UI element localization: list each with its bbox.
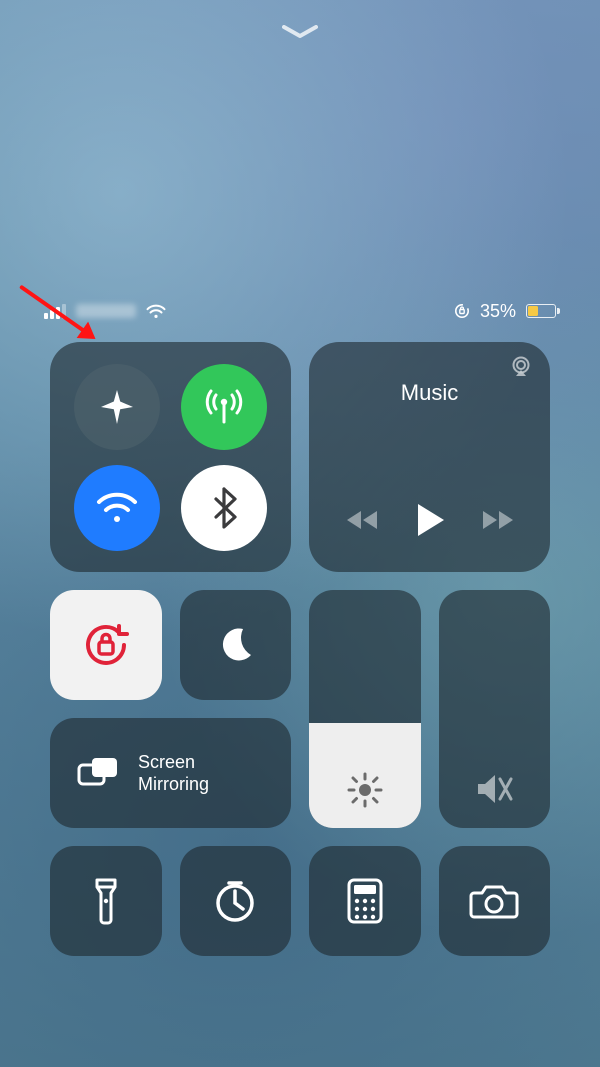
timer-icon <box>212 878 258 924</box>
battery-percent-label: 35% <box>480 301 516 322</box>
airplane-icon <box>96 386 138 428</box>
carrier-label <box>76 304 136 318</box>
do-not-disturb-toggle[interactable] <box>180 590 292 700</box>
brightness-icon <box>347 772 383 808</box>
timer-button[interactable] <box>180 846 292 956</box>
orientation-lock-icon <box>78 617 134 673</box>
screen-mirroring-icon <box>76 755 120 791</box>
orientation-lock-status-icon <box>454 303 470 319</box>
cellular-antenna-icon <box>201 384 247 430</box>
battery-icon <box>526 304 556 318</box>
moon-icon <box>213 623 257 667</box>
flashlight-icon <box>93 876 119 926</box>
wifi-icon <box>146 304 166 319</box>
play-button[interactable] <box>414 502 446 538</box>
fast-forward-button[interactable] <box>481 508 515 532</box>
cellular-data-toggle[interactable] <box>181 364 267 450</box>
bluetooth-toggle[interactable] <box>181 465 267 551</box>
brightness-slider[interactable] <box>309 590 421 828</box>
rewind-button[interactable] <box>345 508 379 532</box>
camera-icon <box>468 881 520 921</box>
volume-mute-icon <box>474 770 514 808</box>
screen-mirroring-button[interactable]: Screen Mirroring <box>50 718 291 828</box>
media-playback-group[interactable]: Music <box>309 342 550 572</box>
orientation-lock-toggle[interactable] <box>50 590 162 700</box>
wifi-icon <box>93 488 141 528</box>
calculator-icon <box>346 877 384 925</box>
connectivity-group[interactable] <box>50 342 291 572</box>
status-bar: 35% <box>0 300 600 322</box>
chevron-down-icon <box>281 24 319 40</box>
screen-mirroring-label: Screen Mirroring <box>138 751 209 796</box>
dismiss-chevron[interactable] <box>279 22 321 42</box>
volume-slider[interactable] <box>439 590 551 828</box>
calculator-button[interactable] <box>309 846 421 956</box>
flashlight-button[interactable] <box>50 846 162 956</box>
bluetooth-icon <box>211 487 237 529</box>
wifi-toggle[interactable] <box>74 465 160 551</box>
camera-button[interactable] <box>439 846 551 956</box>
airplay-icon[interactable] <box>508 356 534 378</box>
airplane-mode-toggle[interactable] <box>74 364 160 450</box>
media-title-label: Music <box>401 380 458 406</box>
